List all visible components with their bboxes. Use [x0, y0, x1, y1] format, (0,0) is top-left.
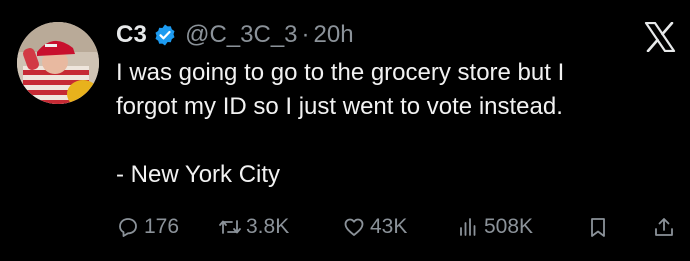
- action-bar: 176 3.8K 43K 508K: [116, 210, 676, 244]
- share-upload-icon: [655, 218, 673, 236]
- speech-bubble-icon: [119, 218, 137, 237]
- bookmark-button[interactable]: [586, 210, 614, 244]
- tweet-text-line: - New York City: [116, 161, 281, 188]
- repost-arrows-icon: [219, 220, 241, 234]
- x-logo-icon: [644, 21, 676, 53]
- like-count: 43K: [370, 215, 408, 238]
- separator-dot: ·: [301, 21, 310, 48]
- tweet-card[interactable]: C3 @C_3C_3 · 20h I was going to go to th…: [0, 0, 690, 261]
- reply-count: 176: [144, 215, 180, 238]
- like-button[interactable]: 43K: [342, 210, 407, 244]
- bookmark-icon: [591, 218, 605, 237]
- repost-button[interactable]: 3.8K: [218, 210, 289, 244]
- author-name[interactable]: C3: [116, 21, 147, 49]
- view-count: 508K: [484, 215, 534, 238]
- timestamp[interactable]: 20h: [314, 21, 354, 49]
- tweet-header: C3 @C_3C_3 · 20h: [116, 18, 354, 52]
- tweet-text: I was going to go to the grocery store b…: [116, 56, 676, 192]
- heart-icon: [344, 218, 364, 236]
- repost-count: 3.8K: [246, 215, 290, 238]
- tweet-text-line: I was going to go to the grocery store b…: [116, 59, 565, 86]
- author-handle[interactable]: @C_3C_3: [185, 21, 297, 49]
- bar-chart-icon: [460, 218, 476, 236]
- share-button[interactable]: [652, 210, 680, 244]
- reply-button[interactable]: 176: [116, 210, 179, 244]
- views-button[interactable]: 508K: [456, 210, 533, 244]
- verified-badge-icon: [153, 23, 177, 47]
- tweet-text-line: forgot my ID so I just went to vote inst…: [116, 93, 563, 120]
- avatar[interactable]: [17, 22, 99, 104]
